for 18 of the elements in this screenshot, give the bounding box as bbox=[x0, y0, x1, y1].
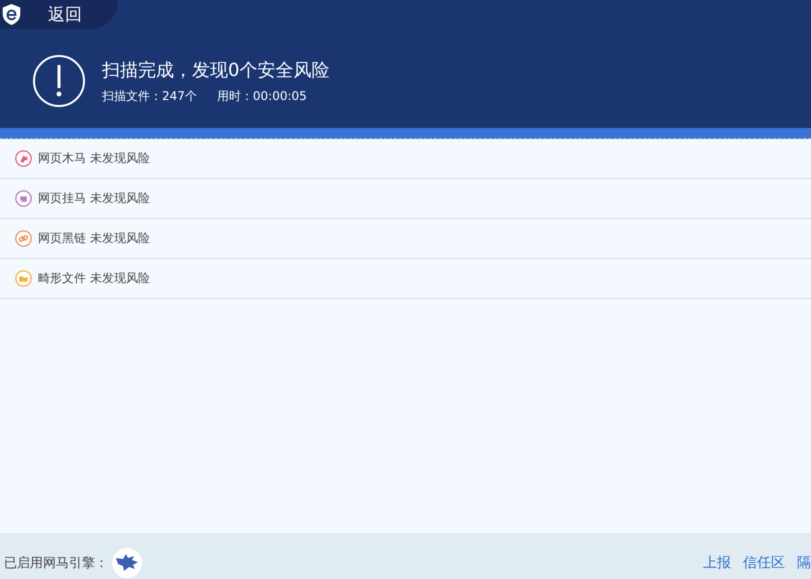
footer-link[interactable]: 隔 bbox=[797, 554, 811, 572]
exclamation-circle-icon bbox=[32, 54, 86, 108]
category-status: 未发现风险 bbox=[90, 270, 150, 287]
category-name: 网页挂马 bbox=[38, 190, 86, 207]
elapsed-time: 用时：00:00:05 bbox=[216, 88, 307, 104]
category-status: 未发现风险 bbox=[90, 190, 150, 207]
scan-result-title: 扫描完成，发现0个安全风险 bbox=[102, 58, 330, 82]
files-count: 扫描文件：247个 bbox=[102, 88, 197, 104]
category-name: 畸形文件 bbox=[38, 270, 86, 287]
category-name: 网页黑链 bbox=[38, 230, 86, 247]
shield-e-icon bbox=[1, 3, 22, 26]
category-name: 网页木马 bbox=[38, 150, 86, 167]
back-button[interactable]: 返回 bbox=[0, 0, 118, 29]
category-status: 未发现风险 bbox=[90, 150, 150, 167]
engine-label: 已启用网马引擎： bbox=[4, 555, 108, 572]
footer-link[interactable]: 上报 bbox=[703, 554, 731, 572]
category-status: 未发现风险 bbox=[90, 230, 150, 247]
footer-link[interactable]: 信任区 bbox=[743, 554, 785, 572]
